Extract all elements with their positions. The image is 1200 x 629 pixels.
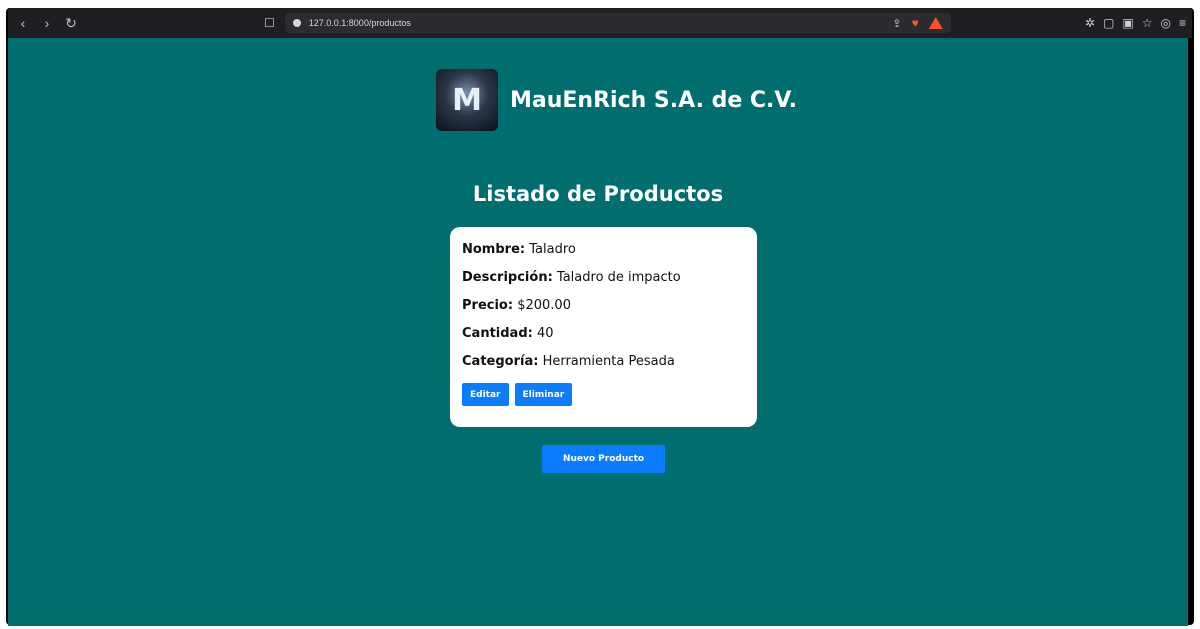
quantity-label: Cantidad: [462, 326, 533, 341]
description-label: Descripción: [462, 270, 553, 285]
name-label: Nombre: [462, 242, 526, 257]
site-header: M MauEnRich S.A. de C.V. [436, 69, 797, 131]
site-info-icon[interactable] [292, 19, 301, 27]
product-name-row: Nombre: Taladro [462, 241, 745, 269]
menu-icon[interactable]: ≡ [1179, 16, 1186, 30]
sidebar-icon[interactable]: ▢ [1103, 16, 1114, 30]
new-product-button[interactable]: Nuevo Producto [542, 445, 665, 473]
product-description-row: Descripción: Taladro de impacto [462, 269, 745, 297]
brave-shield-icon[interactable]: ♥ [912, 16, 919, 30]
edit-button[interactable]: Editar [462, 383, 509, 406]
delete-button[interactable]: Eliminar [514, 383, 573, 406]
product-actions: Editar Eliminar [462, 383, 745, 406]
bookmark-icon[interactable]: ☐ [264, 16, 275, 30]
price-label: Precio: [462, 298, 514, 313]
product-card: Nombre: Taladro Descripción: Taladro de … [450, 227, 757, 427]
logo-letter: M [452, 82, 482, 118]
company-logo: M [436, 69, 498, 131]
vpn-icon[interactable]: ◎ [1161, 16, 1171, 30]
category-label: Categoría: [462, 354, 539, 369]
address-bar[interactable]: 127.0.0.1:8000/productos ⇪ ♥ [284, 13, 951, 33]
category-value: Herramienta Pesada [542, 354, 675, 369]
url-text[interactable]: 127.0.0.1:8000/productos [309, 18, 885, 28]
product-category-row: Categoría: Herramienta Pesada [462, 353, 745, 381]
tab-icon[interactable]: ▣ [1122, 16, 1133, 30]
rewards-icon[interactable] [928, 17, 943, 29]
star-icon[interactable]: ☆ [1142, 16, 1153, 30]
extensions-icon[interactable]: ✲ [1085, 16, 1095, 30]
description-value: Taladro de impacto [556, 270, 681, 285]
browser-nav: ‹ › ↻ [16, 15, 78, 32]
back-icon[interactable]: ‹ [16, 15, 30, 32]
reload-icon[interactable]: ↻ [64, 15, 78, 32]
product-quantity-row: Cantidad: 40 [462, 325, 745, 353]
browser-toolbar: ‹ › ↻ ☐ 127.0.0.1:8000/productos ⇪ ♥ ✲ ▢… [8, 8, 1192, 38]
url-area: ☐ 127.0.0.1:8000/productos ⇪ ♥ [264, 13, 951, 33]
url-actions: ⇪ ♥ [892, 16, 943, 30]
page-title: Listado de Productos [472, 182, 724, 206]
share-icon[interactable]: ⇪ [892, 17, 901, 30]
quantity-value: 40 [536, 326, 554, 341]
price-value: $200.00 [517, 298, 571, 313]
company-name: MauEnRich S.A. de C.V. [510, 87, 797, 113]
product-price-row: Precio: $200.00 [462, 297, 745, 325]
name-value: Taladro [529, 242, 576, 257]
browser-right-icons: ✲ ▢ ▣ ☆ ◎ ≡ [1085, 16, 1186, 30]
page-content: M MauEnRich S.A. de C.V. Listado de Prod… [8, 38, 1188, 626]
forward-icon[interactable]: › [40, 15, 54, 32]
